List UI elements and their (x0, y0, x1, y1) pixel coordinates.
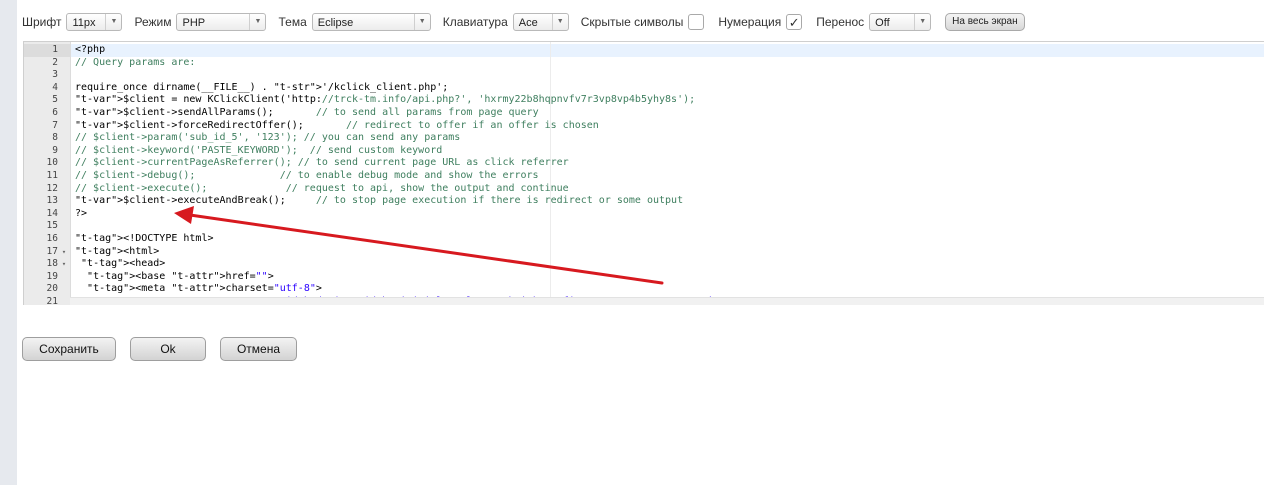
line-number: 2 (52, 56, 58, 68)
line-number: 6 (52, 106, 58, 118)
code-line[interactable]: 9 // $client->keyword('PASTE_KEYWORD'); /… (24, 145, 1264, 158)
line-number: 21 (46, 295, 58, 305)
code-text: // $client->debug(); // to enable debug … (75, 169, 539, 181)
code-text: // $client->execute(); // request to api… (75, 182, 569, 194)
line-number: 1 (52, 44, 58, 55)
code-line[interactable]: 11 // $client->debug(); // to enable debu… (24, 170, 1264, 183)
wrap-label: Перенос (816, 15, 865, 29)
code-line[interactable]: 13 "t-var">$client->executeAndBreak(); //… (24, 195, 1264, 208)
line-number: 10 (46, 157, 58, 169)
save-button[interactable]: Сохранить (22, 337, 116, 361)
mode-label: Режим (134, 15, 172, 29)
code-line[interactable]: 6 "t-var">$client->sendAllParams(); // to… (24, 107, 1264, 120)
code-editor[interactable]: 1 <?php 2 // Query params are: 3 4 require_onc… (23, 41, 1264, 305)
code-line[interactable]: 5 "t-var">$client = new KClickClient('htt… (24, 94, 1264, 107)
code-text: "t-var">$client->executeAndBreak(); // t… (75, 195, 684, 207)
code-text: // $client->keyword('PASTE_KEYWORD'); //… (75, 144, 443, 156)
line-number: 8 (52, 132, 58, 144)
code-text: "t-var">$client->sendAllParams(); // to … (75, 106, 539, 118)
wrap-value: Off (875, 17, 890, 29)
fold-arrow-icon[interactable]: ▾ (59, 258, 69, 271)
ok-button[interactable]: Ok (130, 337, 206, 361)
checkmark-icon: ✓ (788, 14, 800, 30)
code-lines: 1 <?php 2 // Query params are: 3 4 require_onc… (24, 44, 1264, 305)
code-line[interactable]: 8 // $client->param('sub_id_5', '123'); /… (24, 132, 1264, 145)
code-line[interactable]: 16 "t-tag"><!DOCTYPE html> (24, 233, 1264, 246)
code-line[interactable]: 14 ?> (24, 208, 1264, 221)
code-text: // $client->currentPageAsReferrer(); // … (75, 157, 569, 169)
form-buttons: Сохранить Ok Отмена (22, 337, 311, 361)
mode-select[interactable]: PHP ▼ (176, 13, 267, 31)
cancel-button[interactable]: Отмена (220, 337, 297, 361)
line-number: 16 (46, 232, 58, 244)
hidden-chars-checkbox[interactable] (688, 14, 705, 30)
code-text: // Query params are: (75, 56, 196, 68)
line-number: 9 (52, 144, 58, 156)
mode-value: PHP (182, 17, 206, 29)
code-line[interactable]: 17 ▾ "t-tag"><html> (24, 246, 1264, 259)
chevron-down-icon: ▼ (551, 14, 568, 30)
code-line[interactable]: 19 "t-tag"><base "t-attr">href=""> (24, 271, 1264, 284)
font-size-value: 11px (72, 17, 96, 29)
code-line[interactable]: 12 // $client->execute(); // request to a… (24, 183, 1264, 196)
line-number: 13 (46, 195, 58, 207)
code-text: <?php (75, 44, 106, 55)
code-text: "t-tag"><!DOCTYPE html> (75, 232, 214, 244)
code-line[interactable]: 1 <?php (24, 44, 1264, 57)
horizontal-scrollbar[interactable] (70, 297, 1264, 305)
keyboard-select[interactable]: Ace ▼ (512, 13, 569, 31)
line-number: 5 (52, 94, 58, 106)
code-text: ?> (75, 207, 88, 219)
theme-value: Eclipse (317, 17, 354, 29)
chevron-down-icon: ▼ (249, 14, 265, 30)
code-text: "t-var">$client->forceRedirectOffer(); /… (75, 119, 599, 131)
code-text: // $client->param('sub_id_5', '123'); //… (75, 132, 461, 144)
line-number: 3 (52, 69, 58, 81)
code-line[interactable]: 20 "t-tag"><meta "t-attr">charset="utf-8… (24, 283, 1264, 296)
line-number: 7 (52, 119, 58, 131)
font-size-select[interactable]: 11px ▼ (66, 13, 123, 31)
chevron-down-icon: ▼ (413, 14, 430, 30)
keyboard-value: Ace (518, 17, 538, 29)
chevron-down-icon: ▼ (914, 14, 930, 30)
line-number: 14 (46, 207, 58, 219)
line-number: 19 (46, 270, 58, 282)
code-text: "t-var">$client = new KClickClient('http… (75, 94, 696, 106)
code-line[interactable]: 4 require_once dirname(__FILE__) . "t-str… (24, 82, 1264, 95)
line-number: 18 (46, 258, 58, 270)
numbering-label: Нумерация (718, 15, 782, 29)
numbering-checkbox[interactable]: ✓ (786, 14, 803, 30)
hidden-chars-label: Скрытые символы (580, 15, 684, 29)
code-text: "t-tag"><html> (75, 245, 160, 257)
line-number: 12 (46, 182, 58, 194)
code-text: "t-tag"><base "t-attr">href=""> (87, 270, 274, 282)
line-number: 17 (46, 245, 58, 257)
code-line[interactable]: 3 (24, 69, 1264, 82)
line-number: 11 (46, 169, 58, 181)
code-text: "t-tag"><head> (81, 258, 166, 270)
theme-select[interactable]: Eclipse ▼ (311, 13, 431, 31)
code-line[interactable]: 7 "t-var">$client->forceRedirectOffer(); … (24, 120, 1264, 133)
fold-arrow-icon[interactable]: ▾ (59, 246, 69, 259)
code-line[interactable]: 15 (24, 220, 1264, 233)
code-line[interactable]: 18 ▾ "t-tag"><head> (24, 258, 1264, 271)
code-line[interactable]: 10 // $client->currentPageAsReferrer(); /… (24, 157, 1264, 170)
code-line[interactable]: 2 // Query params are: (24, 57, 1264, 70)
wrap-select[interactable]: Off ▼ (869, 13, 932, 31)
code-text: "t-tag"><meta "t-attr">charset="utf-8"> (87, 283, 322, 295)
theme-label: Тема (278, 15, 307, 29)
line-number: 15 (46, 220, 58, 232)
line-number: 20 (46, 283, 58, 295)
editor-settings-toolbar: Шрифт 11px ▼ Режим PHP ▼ Тема Eclipse ▼ … (22, 11, 1025, 33)
chevron-down-icon: ▼ (105, 14, 121, 30)
code-text: require_once dirname(__FILE__) . "t-str"… (75, 81, 449, 93)
font-label: Шрифт (22, 15, 62, 29)
line-number: 4 (52, 81, 58, 93)
keyboard-label: Клавиатура (442, 15, 508, 29)
fullscreen-button[interactable]: На весь экран (945, 13, 1025, 31)
